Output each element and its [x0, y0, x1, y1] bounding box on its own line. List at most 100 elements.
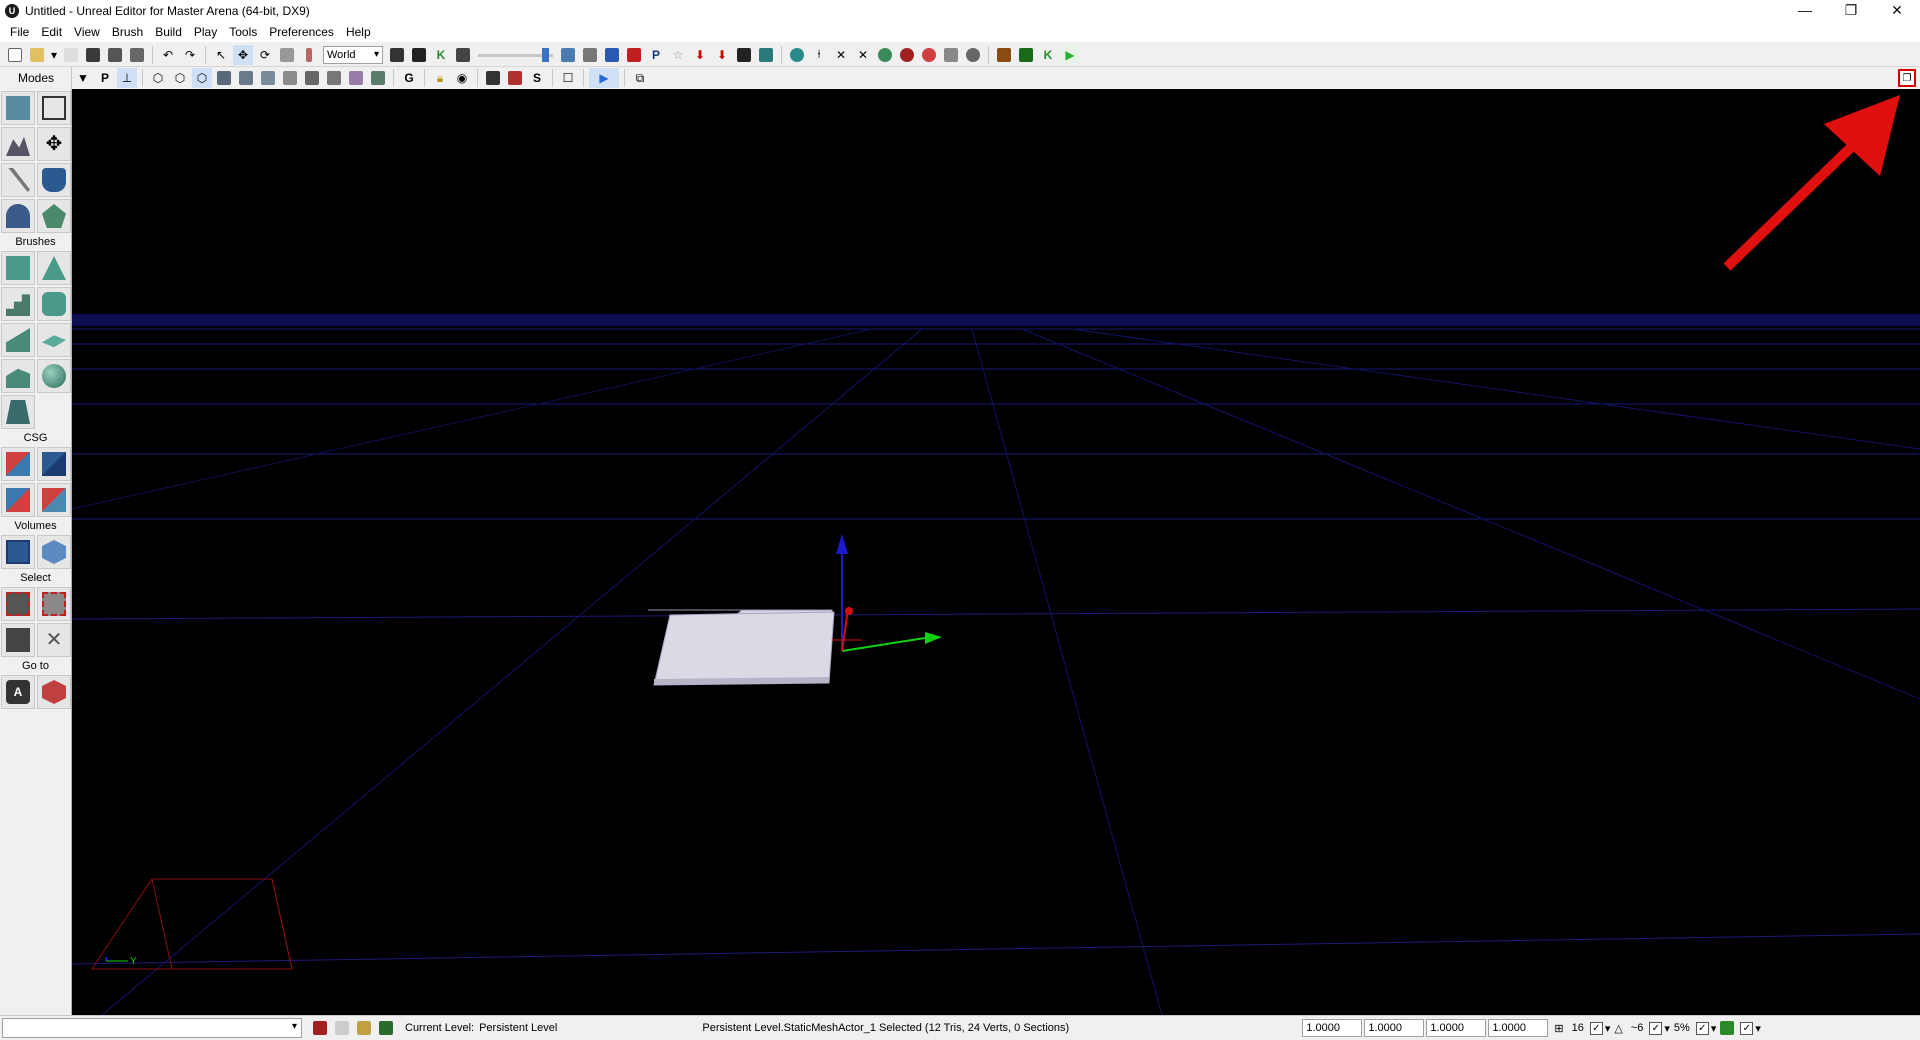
- select-inverse-button[interactable]: [1, 623, 35, 657]
- csg-subtract-button[interactable]: [37, 447, 71, 481]
- volumetric-brush-button[interactable]: [1, 395, 35, 429]
- mesh-paint-mode-button[interactable]: [1, 163, 35, 197]
- goto-actor-button[interactable]: A: [1, 675, 35, 709]
- geometry-mode-button[interactable]: [37, 91, 71, 125]
- transform-gizmo[interactable]: [832, 534, 942, 652]
- cube-brush-button[interactable]: [1, 251, 35, 285]
- brush-wireframe-icon[interactable]: ⬡: [148, 68, 168, 88]
- binoculars-icon[interactable]: [387, 45, 407, 65]
- cylinder-brush-button[interactable]: [37, 287, 71, 321]
- scale-x-field[interactable]: 1.0000: [1302, 1019, 1363, 1037]
- rotate-icon[interactable]: ⟳: [255, 45, 275, 65]
- spiral-stair-button[interactable]: [1, 359, 35, 393]
- down-arrow-red-icon[interactable]: ⬇: [712, 45, 732, 65]
- goto-builder-brush-button[interactable]: [37, 675, 71, 709]
- hide-selected-button[interactable]: [37, 587, 71, 621]
- shader-complexity-icon[interactable]: [324, 68, 344, 88]
- build-cover-icon[interactable]: [624, 45, 644, 65]
- autosave-dropdown-icon[interactable]: ▾: [1755, 1022, 1761, 1035]
- volume-list-button[interactable]: [37, 535, 71, 569]
- shield-icon[interactable]: [787, 45, 807, 65]
- matinee-icon[interactable]: [453, 45, 473, 65]
- texture-density-icon[interactable]: [302, 68, 322, 88]
- camera-mode-button[interactable]: [1, 91, 35, 125]
- menu-help[interactable]: Help: [340, 22, 377, 42]
- frame-icon[interactable]: ☐: [558, 68, 578, 88]
- sound-icon[interactable]: S: [527, 68, 547, 88]
- show-all-button[interactable]: ✕: [37, 623, 71, 657]
- perspective-icon[interactable]: P: [95, 68, 115, 88]
- open-file-icon[interactable]: [27, 45, 47, 65]
- autosave-icon[interactable]: [1717, 1018, 1737, 1038]
- curved-stair-button[interactable]: [1, 323, 35, 357]
- new-file-icon[interactable]: [5, 45, 25, 65]
- translate-icon[interactable]: ✥: [233, 44, 253, 65]
- build-geometry-icon[interactable]: [558, 45, 578, 65]
- lit-icon[interactable]: [214, 68, 234, 88]
- scale-snap-checkbox[interactable]: ✓: [1695, 1021, 1709, 1035]
- generic-browser-icon[interactable]: [409, 45, 429, 65]
- build-paths-icon[interactable]: [602, 45, 622, 65]
- scale-z-field[interactable]: 1.0000: [1426, 1019, 1487, 1037]
- sphere-brush-button[interactable]: [37, 359, 71, 393]
- sheet-brush-button[interactable]: [37, 323, 71, 357]
- menu-edit[interactable]: Edit: [35, 22, 68, 42]
- coordinate-system-select[interactable]: World: [323, 45, 383, 64]
- coverage-mode-button[interactable]: [1, 199, 35, 233]
- redo-icon[interactable]: ↷: [180, 45, 200, 65]
- light-bulb-icon[interactable]: [332, 1018, 352, 1038]
- light-icon[interactable]: [919, 45, 939, 65]
- check-level-icon[interactable]: [376, 1018, 396, 1038]
- terrain-mode-button[interactable]: [1, 127, 35, 161]
- menu-build[interactable]: Build: [149, 22, 188, 42]
- build-all-icon[interactable]: P: [646, 45, 666, 65]
- scale-dropdown-icon[interactable]: ▾: [1711, 1022, 1717, 1035]
- camera-speed-icon[interactable]: ⧉: [630, 68, 650, 88]
- scale-snap-value[interactable]: 5%: [1674, 1022, 1690, 1034]
- detail-lighting-icon[interactable]: [236, 68, 256, 88]
- rotation-dropdown-icon[interactable]: ▾: [1664, 1022, 1670, 1035]
- scale-y-field[interactable]: 1.0000: [1364, 1019, 1425, 1037]
- restore-window-icon[interactable]: ❐: [1898, 69, 1916, 87]
- nonuniform-scale-icon[interactable]: [299, 45, 319, 65]
- wireframe-icon[interactable]: ⬡: [170, 68, 190, 88]
- viewport-dropdown-icon[interactable]: ▼: [73, 68, 93, 88]
- play-viewport-icon[interactable]: ▶: [589, 68, 619, 88]
- autosave-checkbox[interactable]: ✓: [1740, 1021, 1754, 1035]
- undo-icon[interactable]: ↶: [158, 45, 178, 65]
- scale-all-field[interactable]: 1.0000: [1488, 1019, 1549, 1037]
- close-button[interactable]: ✕: [1874, 0, 1920, 22]
- bug-icon[interactable]: [897, 45, 917, 65]
- down-arrow-icon[interactable]: ⬇: [690, 45, 710, 65]
- texture-icon[interactable]: [756, 45, 776, 65]
- streaming-volume-icon[interactable]: [505, 68, 525, 88]
- play-in-editor-icon[interactable]: ▶: [1060, 44, 1080, 65]
- select-arrow-icon[interactable]: ↖: [211, 45, 231, 65]
- static-mesh-actor[interactable]: [648, 609, 835, 686]
- menu-play[interactable]: Play: [188, 22, 223, 42]
- show-selected-button[interactable]: [1, 587, 35, 621]
- grid-dropdown-icon[interactable]: ▾: [1605, 1022, 1611, 1035]
- minimize-button[interactable]: —: [1782, 0, 1828, 22]
- save-all-icon[interactable]: [127, 45, 147, 65]
- fracture-mode-button[interactable]: [37, 163, 71, 197]
- menu-view[interactable]: View: [68, 22, 106, 42]
- rotation-snap-checkbox[interactable]: ✓: [1649, 1021, 1663, 1035]
- maximize-button[interactable]: ❐: [1828, 0, 1874, 22]
- kismet-play-icon[interactable]: K: [1038, 45, 1058, 65]
- package-icon[interactable]: [994, 45, 1014, 65]
- rotation-snap-icon[interactable]: △: [1614, 1022, 1622, 1035]
- lighting-only-icon[interactable]: [258, 68, 278, 88]
- csg-intersect-button[interactable]: [1, 483, 35, 517]
- perspective-viewport[interactable]: Y: [72, 89, 1920, 1015]
- foliage-mode-button[interactable]: [37, 199, 71, 233]
- grid-dots-icon[interactable]: [734, 45, 754, 65]
- game-view-icon[interactable]: G: [399, 68, 419, 88]
- realtime-icon[interactable]: ⊥: [117, 68, 137, 88]
- cone-brush-button[interactable]: [37, 251, 71, 285]
- path-branch-icon[interactable]: ✕: [853, 45, 873, 65]
- csg-add-button[interactable]: [1, 447, 35, 481]
- build-lighting-icon[interactable]: [580, 45, 600, 65]
- lightmap-density-icon[interactable]: [346, 68, 366, 88]
- grid-size-value[interactable]: 16: [1572, 1022, 1584, 1034]
